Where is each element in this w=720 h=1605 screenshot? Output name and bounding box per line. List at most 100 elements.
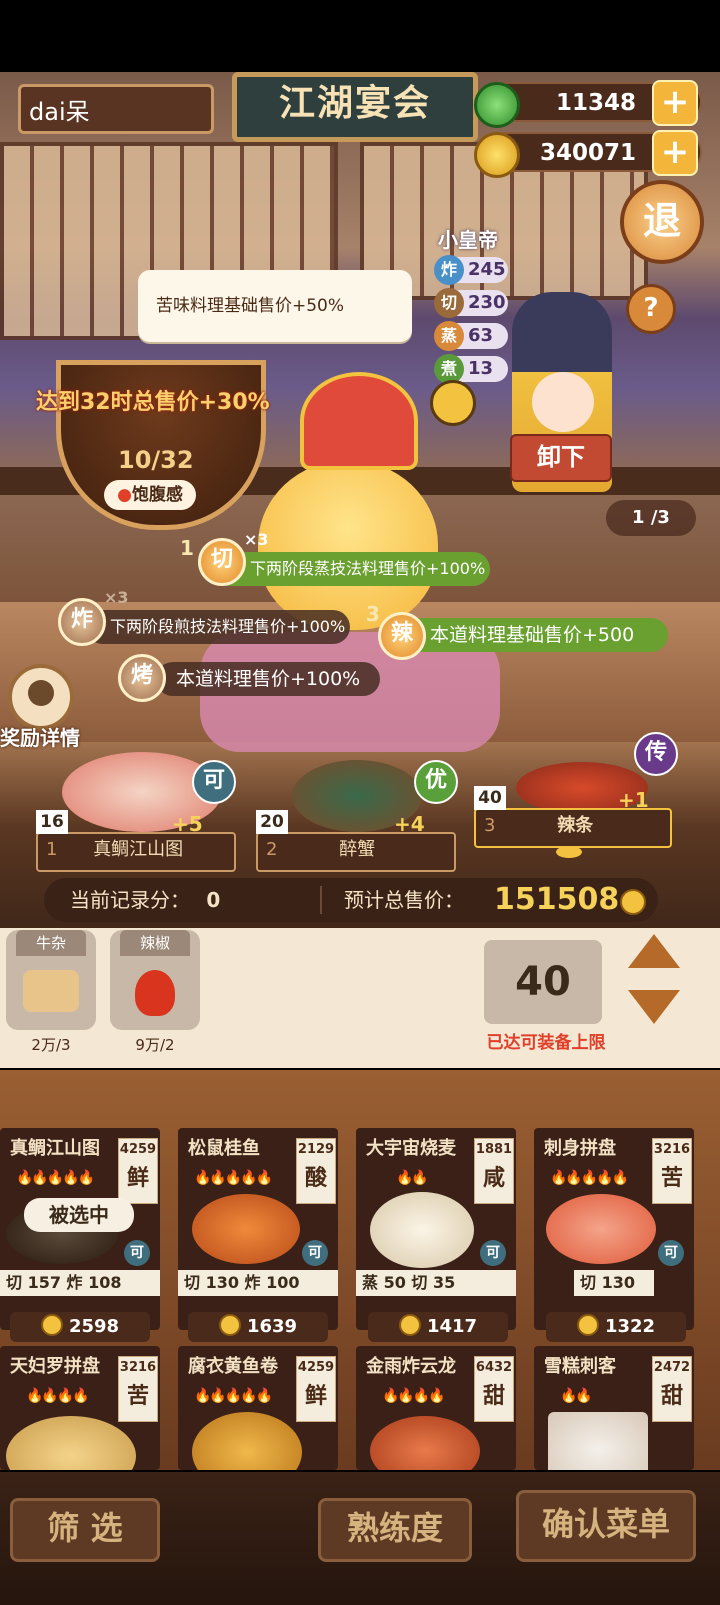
slot-3-grade: 传	[634, 732, 678, 776]
dish-taste-tag: 2472 甜	[652, 1356, 692, 1422]
skill-3-pill: 本道料理基础售价+500	[400, 618, 668, 652]
dish-name: 天妇罗拼盘	[10, 1356, 100, 1377]
dish-card[interactable]: 雪糕刺客 2472 甜 🔥🔥	[534, 1346, 694, 1470]
dish-taste-tag: 1881 咸	[474, 1138, 514, 1204]
filter-button[interactable]: 筛 选	[10, 1498, 160, 1562]
dish-card[interactable]: 天妇罗拼盘 3216 苦 🔥🔥🔥🔥	[0, 1346, 160, 1470]
equip-limit-note: 已达可装备上限	[486, 1033, 606, 1053]
dish-taste: 苦	[126, 1384, 149, 1409]
dish-taste-tag: 3216 苦	[118, 1356, 158, 1422]
slot-3-count: 40	[474, 786, 506, 810]
dish-name: 腐衣黄鱼卷	[188, 1356, 278, 1377]
skill-1-badge: 切	[198, 538, 246, 586]
dish-rarity-flames: 🔥🔥🔥🔥	[26, 1388, 90, 1404]
tooltip-bubble: 苦味料理基础售价+50%	[138, 270, 412, 342]
dish-taste-tag: 3216 苦	[652, 1138, 692, 1204]
dish-grade: 可	[302, 1240, 328, 1266]
exit-button[interactable]: 退	[620, 180, 704, 264]
skill-1-pill: 下两阶段蒸技法料理售价+100%	[214, 552, 490, 586]
slot-2-name: 醉蟹	[339, 839, 376, 860]
event-title-sign: 江湖宴会	[232, 72, 478, 142]
fire-icon: ●	[117, 485, 132, 505]
dish-card[interactable]: 大宇宙烧麦 1881 咸 🔥🔥 可 蒸 50 切 35	[356, 1128, 516, 1330]
dish-taste-tag: 4259 鲜	[296, 1356, 336, 1422]
decrease-arrow-button[interactable]	[628, 990, 680, 1024]
increase-arrow-button[interactable]	[628, 934, 680, 968]
beef-offal-icon	[23, 970, 79, 1012]
dish-card[interactable]: 刺身拼盘 3216 苦 🔥🔥🔥🔥🔥 可 切 130	[534, 1128, 694, 1330]
slot-2-bar[interactable]: 2 醉蟹	[256, 832, 456, 872]
dish-value: 2472	[653, 1360, 691, 1375]
dish-skill-requirements: 蒸 50 切 35	[356, 1270, 516, 1296]
score-divider	[320, 886, 322, 914]
dish-card[interactable]: 腐衣黄鱼卷 4259 鲜 🔥🔥🔥🔥🔥	[178, 1346, 338, 1470]
dish-name: 大宇宙烧麦	[366, 1138, 456, 1159]
add-jade-button[interactable]: +	[652, 80, 698, 126]
dish-rarity-flames: 🔥🔥🔥🔥🔥	[194, 1170, 273, 1186]
equip-count: 40	[484, 940, 602, 1024]
ingredient-card-chili[interactable]: 辣椒	[110, 930, 200, 1030]
skill-4-pill: 本道料理售价+100%	[156, 662, 380, 696]
dish-image	[370, 1416, 480, 1470]
dish-card[interactable]: 金雨炸云龙 6432 甜 🔥🔥🔥🔥	[356, 1346, 516, 1470]
coin-icon	[620, 889, 646, 915]
total-price-label: 预计总售价：	[344, 888, 464, 912]
dish-image	[192, 1194, 300, 1264]
ingredient-card-beef-offal[interactable]: 牛杂	[6, 930, 96, 1030]
dish-taste: 甜	[482, 1384, 505, 1409]
dish-rarity-flames: 🔥🔥🔥🔥🔥	[550, 1170, 629, 1186]
dish-price: 1639	[188, 1312, 328, 1342]
skill-3-number: 3	[366, 602, 380, 626]
dish-value: 3216	[119, 1360, 157, 1375]
ingredient-tag: 牛杂	[16, 930, 86, 956]
coin-amount: 340071	[539, 140, 636, 166]
dish-name: 真鲷江山图	[10, 1138, 100, 1159]
coin-icon	[474, 132, 520, 178]
player-name: dai呆	[29, 98, 90, 126]
reward-details-button[interactable]	[8, 664, 74, 730]
ingredient-panel	[0, 928, 720, 1068]
chef-hat-icon	[28, 680, 54, 706]
chef-face	[532, 372, 594, 432]
slot-3-bar[interactable]: 3 辣条	[474, 808, 672, 848]
skill-2-multiplier: ×3	[104, 588, 129, 607]
coin-icon	[40, 1314, 63, 1336]
dish-grade: 可	[124, 1240, 150, 1266]
slot-1-bar[interactable]: 1 真鲷江山图	[36, 832, 236, 872]
dish-image	[192, 1412, 302, 1470]
slot-1-name: 真鲷江山图	[93, 839, 184, 860]
event-title: 江湖宴会	[278, 82, 431, 124]
tooltip-text: 苦味料理基础售价+50%	[156, 296, 345, 316]
chef-page-indicator[interactable]: 1 /3	[606, 500, 696, 536]
dish-image	[546, 1194, 656, 1264]
record-score-value: 0	[206, 888, 221, 912]
help-button[interactable]: ?	[626, 284, 676, 334]
jade-icon	[474, 82, 520, 128]
dish-card[interactable]: 真鲷江山图 4259 鲜 🔥🔥🔥🔥🔥 被选中 可 切 157 炸 108	[0, 1128, 160, 1330]
dish-value: 1881	[475, 1142, 513, 1157]
confirm-menu-button[interactable]: 确认菜单	[516, 1490, 696, 1562]
coin-icon	[398, 1314, 421, 1336]
jade-amount: 11348	[555, 90, 636, 116]
dish-taste: 鲜	[304, 1384, 327, 1409]
dish-card[interactable]: 松鼠桂鱼 2129 酸 🔥🔥🔥🔥🔥 可 切 130 炸 100	[178, 1128, 338, 1330]
score-bar: 当前记录分： 0 预计总售价： 151508	[44, 878, 658, 922]
dish-rarity-flames: 🔥🔥	[396, 1170, 429, 1186]
skill-2-pill: 下两阶段煎技法料理售价+100%	[86, 610, 350, 644]
unload-chef-button[interactable]: 卸下	[510, 434, 612, 482]
dish-name: 雪糕刺客	[544, 1356, 616, 1377]
slot-3-bonus: +1	[618, 788, 649, 812]
add-coin-button[interactable]: +	[652, 130, 698, 176]
dish-taste-tag: 4259 鲜	[118, 1138, 158, 1204]
chili-icon	[135, 970, 175, 1016]
ingredient-amount: 9万/2	[135, 1036, 175, 1054]
dish-value: 6432	[475, 1360, 513, 1375]
fry-icon: 炸	[434, 255, 464, 285]
dish-rarity-flames: 🔥🔥	[560, 1388, 593, 1404]
player-name-box[interactable]: dai呆	[18, 84, 214, 134]
dish-skill-requirements: 切 157 炸 108	[0, 1270, 160, 1296]
proficiency-button[interactable]: 熟练度	[318, 1498, 472, 1562]
dish-taste-tag: 6432 甜	[474, 1356, 514, 1422]
satiety-label-pill: ●饱腹感	[104, 480, 196, 510]
satiety-label: 饱腹感	[131, 485, 183, 505]
